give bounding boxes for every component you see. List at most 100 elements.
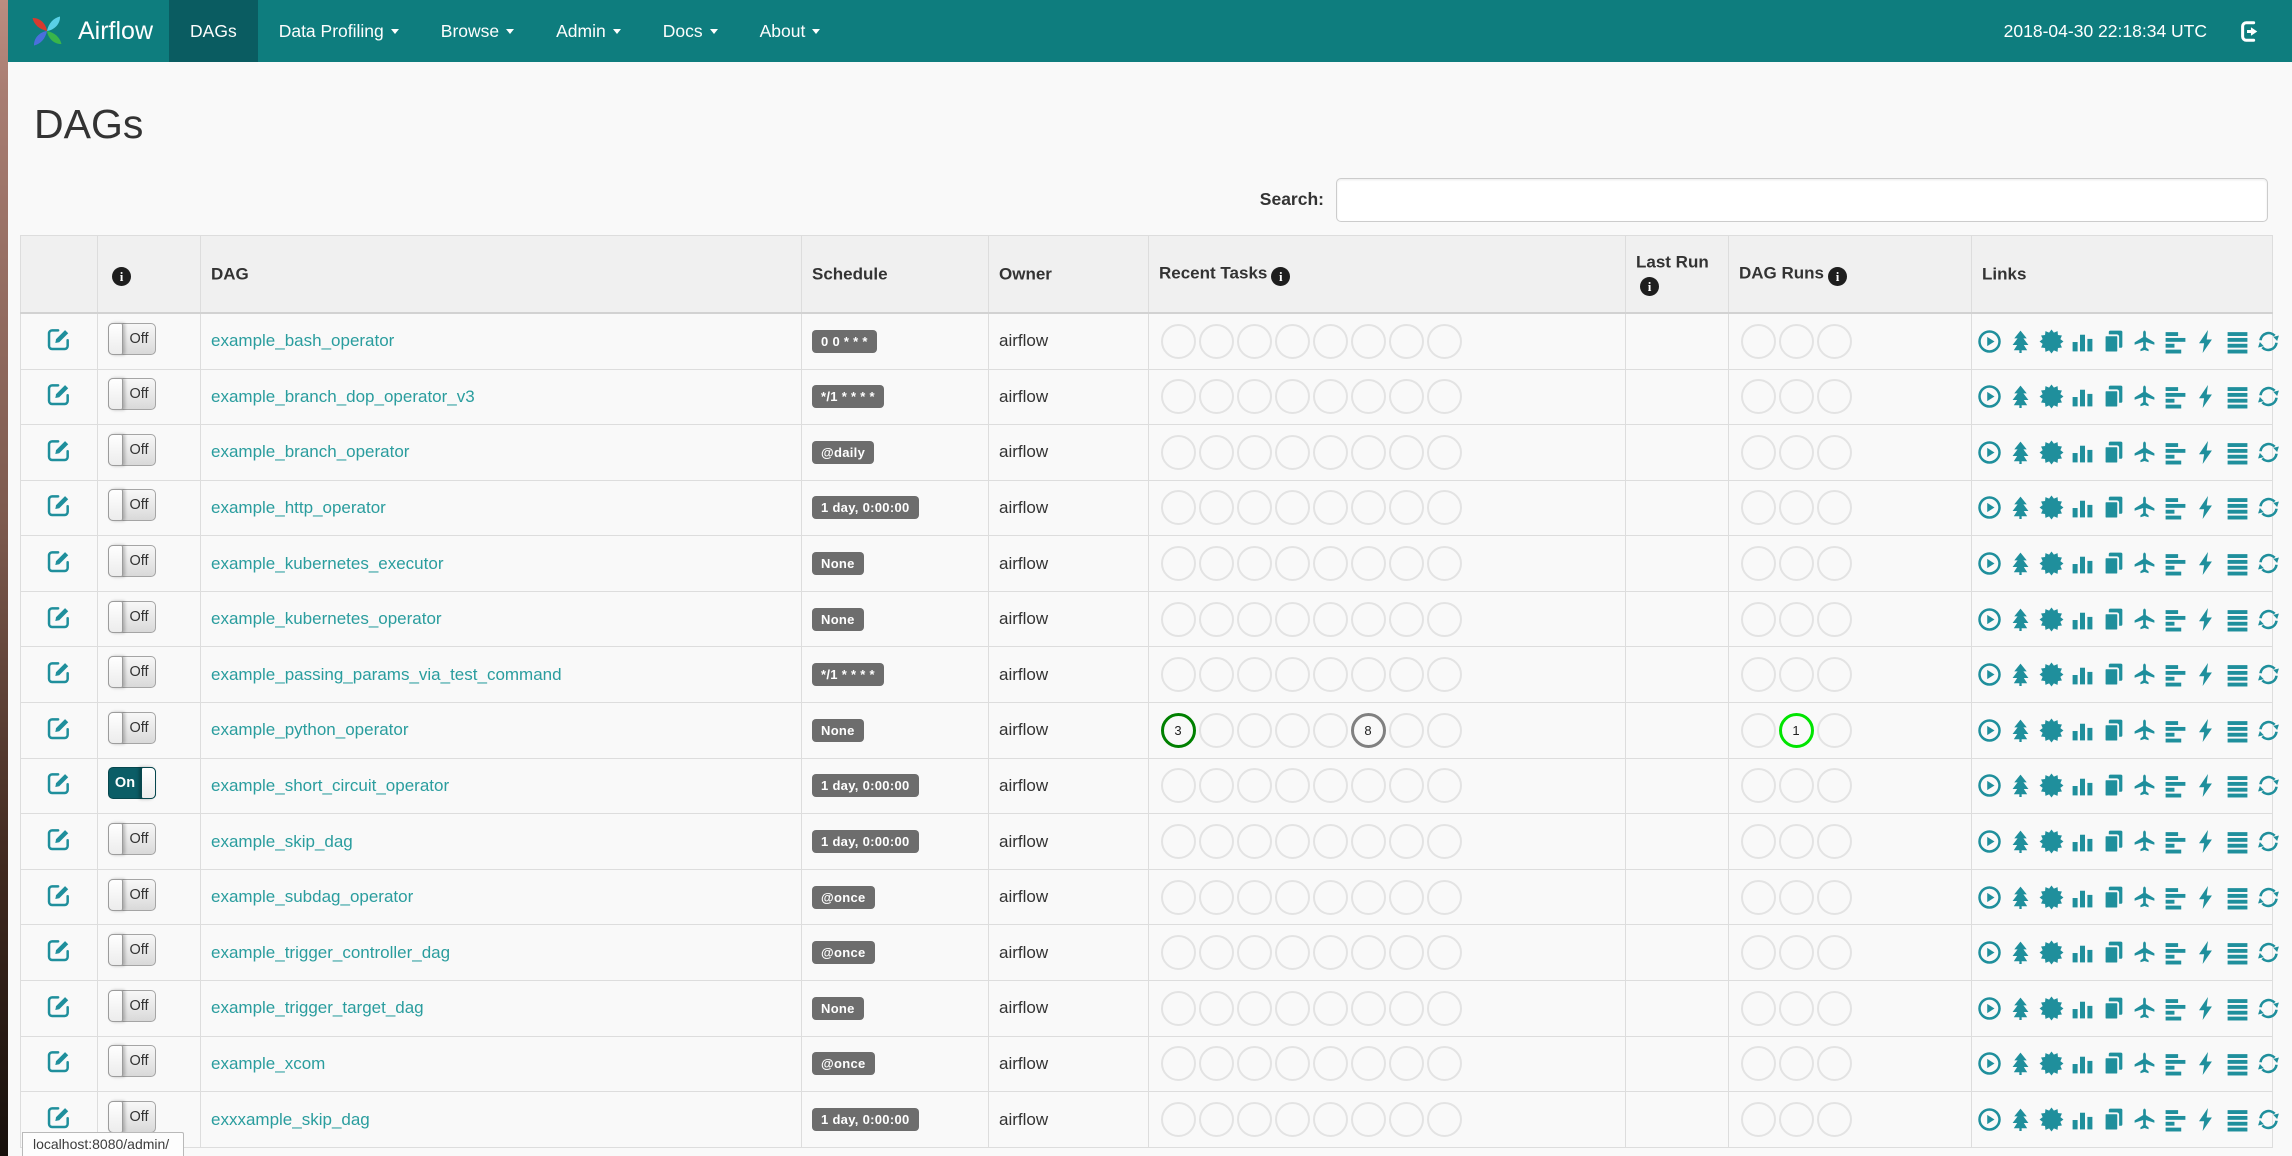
bolt-icon[interactable] xyxy=(2194,440,2219,465)
gantt-icon[interactable] xyxy=(2163,773,2188,798)
refresh-icon[interactable] xyxy=(2256,829,2281,854)
starburst-icon[interactable] xyxy=(2039,662,2064,687)
gantt-icon[interactable] xyxy=(2163,829,2188,854)
refresh-icon[interactable] xyxy=(2256,495,2281,520)
plane-icon[interactable] xyxy=(2132,551,2157,576)
play-circle-icon[interactable] xyxy=(1977,718,2002,743)
plane-icon[interactable] xyxy=(2132,940,2157,965)
nav-item-browse[interactable]: Browse xyxy=(420,0,535,62)
edit-dag-button[interactable] xyxy=(46,826,72,852)
play-circle-icon[interactable] xyxy=(1977,996,2002,1021)
play-circle-icon[interactable] xyxy=(1977,384,2002,409)
bar-chart-icon[interactable] xyxy=(2070,885,2095,910)
dag-name-link[interactable]: example_short_circuit_operator xyxy=(211,776,449,795)
pages-icon[interactable] xyxy=(2101,1107,2126,1132)
dag-pause-toggle[interactable]: Off xyxy=(108,878,156,911)
plane-icon[interactable] xyxy=(2132,329,2157,354)
bolt-icon[interactable] xyxy=(2194,773,2219,798)
refresh-icon[interactable] xyxy=(2256,662,2281,687)
gantt-icon[interactable] xyxy=(2163,662,2188,687)
align-justify-icon[interactable] xyxy=(2225,329,2250,354)
starburst-icon[interactable] xyxy=(2039,996,2064,1021)
nav-item-dags[interactable]: DAGs xyxy=(169,0,258,62)
plane-icon[interactable] xyxy=(2132,718,2157,743)
tree-icon[interactable] xyxy=(2008,384,2033,409)
bolt-icon[interactable] xyxy=(2194,607,2219,632)
info-icon[interactable] xyxy=(1640,276,1659,296)
bar-chart-icon[interactable] xyxy=(2070,1051,2095,1076)
tree-icon[interactable] xyxy=(2008,607,2033,632)
sign-out-button[interactable] xyxy=(2237,18,2264,45)
starburst-icon[interactable] xyxy=(2039,940,2064,965)
starburst-icon[interactable] xyxy=(2039,384,2064,409)
refresh-icon[interactable] xyxy=(2256,1107,2281,1132)
bolt-icon[interactable] xyxy=(2194,996,2219,1021)
bolt-icon[interactable] xyxy=(2194,1107,2219,1132)
starburst-icon[interactable] xyxy=(2039,718,2064,743)
align-justify-icon[interactable] xyxy=(2225,384,2250,409)
nav-item-data-profiling[interactable]: Data Profiling xyxy=(258,0,420,62)
gantt-icon[interactable] xyxy=(2163,885,2188,910)
pages-icon[interactable] xyxy=(2101,1051,2126,1076)
dag-pause-toggle[interactable]: Off xyxy=(108,1045,156,1078)
bolt-icon[interactable] xyxy=(2194,551,2219,576)
edit-dag-button[interactable] xyxy=(46,381,72,407)
bolt-icon[interactable] xyxy=(2194,718,2219,743)
bar-chart-icon[interactable] xyxy=(2070,940,2095,965)
pages-icon[interactable] xyxy=(2101,885,2126,910)
tree-icon[interactable] xyxy=(2008,1107,2033,1132)
edit-dag-button[interactable] xyxy=(46,548,72,574)
dag-name-link[interactable]: example_kubernetes_operator xyxy=(211,609,442,628)
edit-dag-button[interactable] xyxy=(46,492,72,518)
plane-icon[interactable] xyxy=(2132,1051,2157,1076)
bar-chart-icon[interactable] xyxy=(2070,1107,2095,1132)
dag-pause-toggle[interactable]: Off xyxy=(108,489,156,522)
bolt-icon[interactable] xyxy=(2194,1051,2219,1076)
align-justify-icon[interactable] xyxy=(2225,885,2250,910)
align-justify-icon[interactable] xyxy=(2225,1051,2250,1076)
edit-dag-button[interactable] xyxy=(46,1104,72,1130)
starburst-icon[interactable] xyxy=(2039,1051,2064,1076)
gantt-icon[interactable] xyxy=(2163,384,2188,409)
pages-icon[interactable] xyxy=(2101,607,2126,632)
gantt-icon[interactable] xyxy=(2163,440,2188,465)
edit-dag-button[interactable] xyxy=(46,770,72,796)
bar-chart-icon[interactable] xyxy=(2070,718,2095,743)
starburst-icon[interactable] xyxy=(2039,607,2064,632)
refresh-icon[interactable] xyxy=(2256,773,2281,798)
dag-name-link[interactable]: example_http_operator xyxy=(211,498,386,517)
play-circle-icon[interactable] xyxy=(1977,607,2002,632)
plane-icon[interactable] xyxy=(2132,384,2157,409)
play-circle-icon[interactable] xyxy=(1977,829,2002,854)
dag-pause-toggle[interactable]: Off xyxy=(108,378,156,411)
edit-dag-button[interactable] xyxy=(46,715,72,741)
dag-name-link[interactable]: example_trigger_controller_dag xyxy=(211,943,450,962)
bar-chart-icon[interactable] xyxy=(2070,440,2095,465)
starburst-icon[interactable] xyxy=(2039,551,2064,576)
dag-pause-toggle[interactable]: Off xyxy=(108,433,156,466)
refresh-icon[interactable] xyxy=(2256,996,2281,1021)
edit-dag-button[interactable] xyxy=(46,437,72,463)
play-circle-icon[interactable] xyxy=(1977,440,2002,465)
edit-dag-button[interactable] xyxy=(46,937,72,963)
gantt-icon[interactable] xyxy=(2163,607,2188,632)
plane-icon[interactable] xyxy=(2132,885,2157,910)
starburst-icon[interactable] xyxy=(2039,829,2064,854)
dag-pause-toggle[interactable]: On xyxy=(108,767,156,800)
bar-chart-icon[interactable] xyxy=(2070,607,2095,632)
nav-item-docs[interactable]: Docs xyxy=(642,0,739,62)
bar-chart-icon[interactable] xyxy=(2070,773,2095,798)
tree-icon[interactable] xyxy=(2008,440,2033,465)
edit-dag-button[interactable] xyxy=(46,326,72,352)
dag-name-link[interactable]: example_bash_operator xyxy=(211,331,394,350)
dag-pause-toggle[interactable]: Off xyxy=(108,600,156,633)
starburst-icon[interactable] xyxy=(2039,885,2064,910)
refresh-icon[interactable] xyxy=(2256,940,2281,965)
plane-icon[interactable] xyxy=(2132,440,2157,465)
bolt-icon[interactable] xyxy=(2194,384,2219,409)
bolt-icon[interactable] xyxy=(2194,662,2219,687)
dag-pause-toggle[interactable]: Off xyxy=(108,934,156,967)
plane-icon[interactable] xyxy=(2132,1107,2157,1132)
play-circle-icon[interactable] xyxy=(1977,551,2002,576)
bar-chart-icon[interactable] xyxy=(2070,384,2095,409)
